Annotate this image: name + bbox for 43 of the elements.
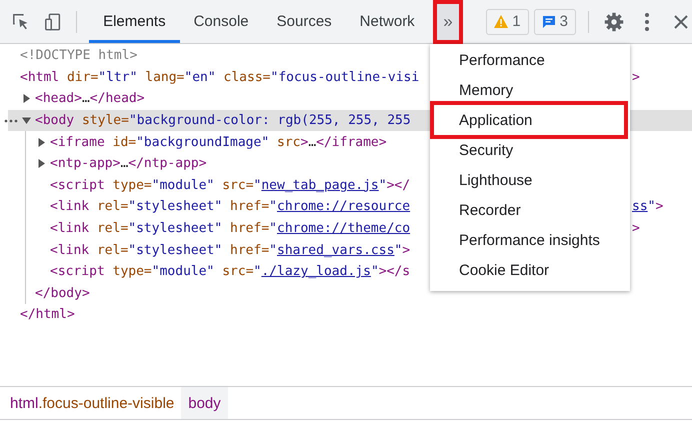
settings-icon[interactable]	[604, 12, 624, 32]
menu-item[interactable]: Memory	[430, 75, 630, 105]
collapsed-triangle-icon[interactable]	[22, 94, 31, 104]
collapsed-triangle-icon[interactable]	[37, 159, 46, 168]
code-line: <link rel="stylesheet" href="chrome://resource	[50, 199, 410, 214]
menu-item[interactable]: Recorder	[430, 195, 630, 225]
menu-item[interactable]: Performance insights	[430, 225, 630, 255]
code-line: <script type="module" src="./lazy_load.js"></s	[50, 264, 410, 280]
code-line: <html dir="ltr" lang="en" class="focus-outline-visi	[20, 70, 420, 85]
code-line: <iframe id="backgroundImage" src>…</iframe>	[50, 134, 387, 150]
breadcrumb[interactable]: html.focus-outline-visible	[3, 387, 182, 419]
expanded-triangle-icon[interactable]	[22, 116, 31, 126]
more-tabs-button[interactable]: »	[432, 0, 464, 44]
panel-tab[interactable]: Network	[346, 0, 429, 43]
menu-item[interactable]: Security	[430, 135, 630, 165]
message-icon	[542, 14, 556, 28]
menu-item[interactable]: Performance	[430, 45, 630, 75]
warning-count-button[interactable]: 1	[486, 8, 529, 34]
menu-item[interactable]: Cookie Editor	[430, 255, 630, 285]
breadcrumb[interactable]: body	[181, 387, 228, 419]
code-line: <ntp-app>…</ntp-app>	[50, 156, 207, 172]
code-line-fragment: ss">	[632, 199, 664, 214]
menu-item[interactable]: Lighthouse	[430, 165, 630, 195]
panel-tab[interactable]: Sources	[262, 0, 346, 43]
code-line: <body style="background-color: rgb(255, 255, 255	[35, 113, 411, 128]
panel-tab[interactable]: Elements	[89, 0, 180, 43]
message-count-button[interactable]: 3	[534, 8, 576, 34]
panel-tab[interactable]: Console	[180, 0, 263, 43]
ellipsis-icon[interactable]	[4, 118, 18, 123]
code-line: <link rel="stylesheet" href="chrome://theme/co	[50, 221, 410, 236]
collapsed-triangle-icon[interactable]	[37, 138, 46, 147]
warning-icon	[494, 15, 508, 28]
code-line-fragment: >	[632, 70, 640, 85]
code-line-fragment: >	[632, 221, 640, 236]
code-line: </html>	[20, 307, 75, 322]
code-line: <head>…</head>	[35, 91, 145, 106]
code-line: <!DOCTYPE html>	[20, 48, 138, 64]
code-line: <script type="module" src="new_tab_page.js"></	[50, 178, 410, 193]
device-icon[interactable]	[44, 12, 62, 32]
code-line: </body>	[35, 286, 90, 301]
close-icon[interactable]	[674, 14, 688, 28]
code-line: <link rel="stylesheet" href="shared_vars.css">	[50, 242, 410, 258]
more-options-icon[interactable]	[644, 12, 650, 32]
